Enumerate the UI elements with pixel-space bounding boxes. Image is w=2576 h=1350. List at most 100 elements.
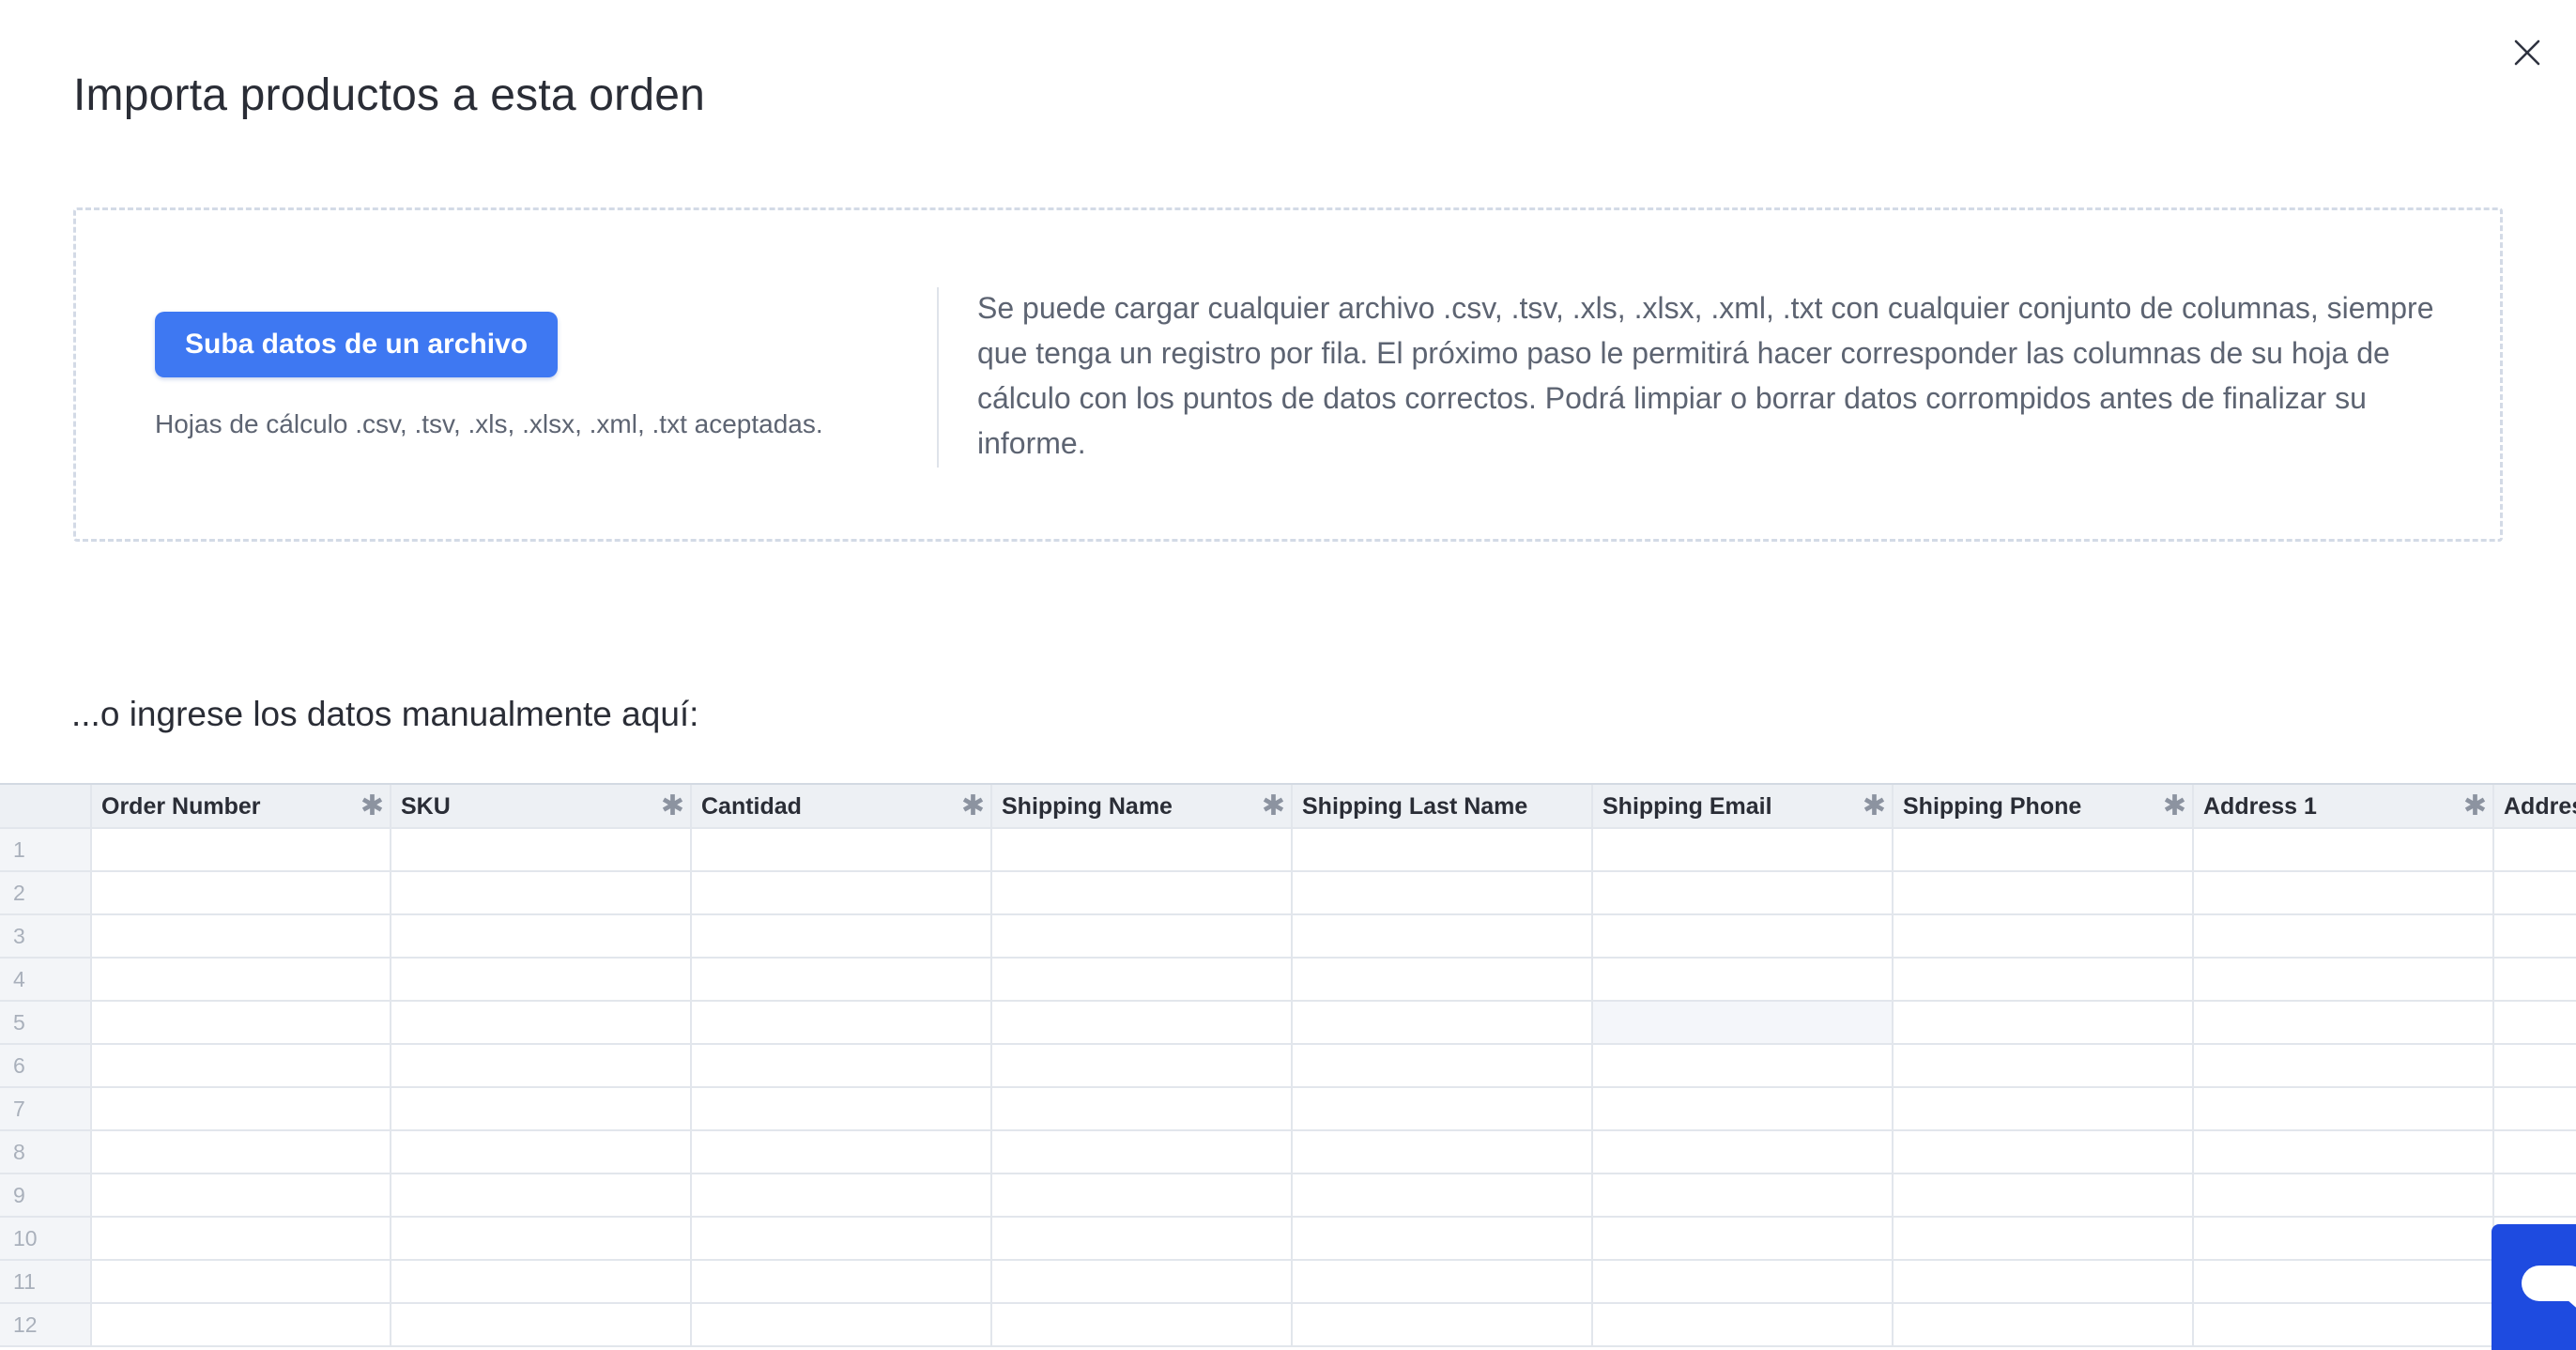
grid-cell[interactable]: [1592, 828, 1894, 872]
upload-file-button[interactable]: Suba datos de un archivo: [155, 312, 559, 377]
grid-cell[interactable]: [91, 1044, 391, 1088]
grid-cell[interactable]: [1893, 1174, 2194, 1218]
grid-cell[interactable]: [2193, 1044, 2494, 1088]
grid-cell[interactable]: [91, 1217, 391, 1261]
grid-cell[interactable]: [1592, 958, 1894, 1002]
grid-cell[interactable]: [1893, 1130, 2194, 1174]
column-header-sku[interactable]: SKU ✱: [391, 785, 692, 829]
grid-cell[interactable]: [1893, 1044, 2194, 1088]
grid-cell[interactable]: [391, 914, 692, 959]
grid-cell[interactable]: [1893, 1260, 2194, 1304]
grid-cell[interactable]: [1292, 828, 1593, 872]
grid-cell[interactable]: [1292, 1303, 1593, 1347]
grid-cell[interactable]: [2193, 1001, 2494, 1045]
grid-cell[interactable]: [391, 1174, 692, 1218]
column-header-address-2[interactable]: Address 2: [2493, 785, 2576, 829]
column-header-shipping-last-name[interactable]: Shipping Last Name: [1292, 785, 1593, 829]
grid-cell[interactable]: [1893, 1303, 2194, 1347]
grid-cell[interactable]: [1592, 914, 1894, 959]
column-header-address-1[interactable]: Address 1 ✱: [2193, 785, 2494, 829]
grid-cell[interactable]: [2493, 914, 2576, 959]
grid-cell[interactable]: [91, 958, 391, 1002]
grid-cell[interactable]: [1592, 1303, 1894, 1347]
grid-cell[interactable]: [691, 1130, 992, 1174]
grid-cell[interactable]: [1592, 1217, 1894, 1261]
grid-cell[interactable]: [2193, 914, 2494, 959]
grid-cell[interactable]: [1292, 914, 1593, 959]
grid-cell[interactable]: [91, 1087, 391, 1131]
grid-cell[interactable]: [2493, 1044, 2576, 1088]
grid-cell[interactable]: [691, 958, 992, 1002]
grid-cell[interactable]: [1292, 871, 1593, 915]
grid-cell[interactable]: [2493, 958, 2576, 1002]
grid-cell[interactable]: [1292, 1217, 1593, 1261]
grid-cell[interactable]: [2193, 958, 2494, 1002]
grid-cell[interactable]: [1292, 958, 1593, 1002]
grid-cell[interactable]: [691, 914, 992, 959]
grid-cell[interactable]: [2193, 1217, 2494, 1261]
grid-cell[interactable]: [2493, 871, 2576, 915]
grid-cell[interactable]: [1893, 914, 2194, 959]
column-header-cantidad[interactable]: Cantidad ✱: [691, 785, 992, 829]
grid-cell[interactable]: [991, 1044, 1293, 1088]
column-header-shipping-email[interactable]: Shipping Email ✱: [1592, 785, 1894, 829]
grid-cell[interactable]: [2193, 1260, 2494, 1304]
grid-cell[interactable]: [2493, 1174, 2576, 1218]
grid-cell[interactable]: [691, 828, 992, 872]
grid-cell[interactable]: [1592, 1130, 1894, 1174]
grid-cell[interactable]: [1893, 1217, 2194, 1261]
grid-cell[interactable]: [1592, 871, 1894, 915]
grid-cell[interactable]: [2493, 828, 2576, 872]
grid-cell[interactable]: [391, 1260, 692, 1304]
grid-cell[interactable]: [2193, 1174, 2494, 1218]
grid-cell[interactable]: [2193, 871, 2494, 915]
grid-cell[interactable]: [91, 1001, 391, 1045]
grid-cell[interactable]: [91, 914, 391, 959]
grid-cell[interactable]: [691, 1174, 992, 1218]
grid-cell[interactable]: [1893, 1087, 2194, 1131]
grid-cell[interactable]: [691, 1303, 992, 1347]
grid-cell[interactable]: [2193, 1303, 2494, 1347]
grid-cell[interactable]: [991, 1174, 1293, 1218]
grid-cell[interactable]: [1292, 1001, 1593, 1045]
column-header-order-number[interactable]: Order Number ✱: [91, 785, 391, 829]
grid-cell[interactable]: [991, 1217, 1293, 1261]
grid-cell[interactable]: [391, 1001, 692, 1045]
close-button[interactable]: [2508, 34, 2546, 71]
grid-cell[interactable]: [991, 958, 1293, 1002]
grid-cell[interactable]: [1893, 871, 2194, 915]
grid-cell[interactable]: [2193, 828, 2494, 872]
grid-cell[interactable]: [991, 1001, 1293, 1045]
grid-cell[interactable]: [991, 1303, 1293, 1347]
grid-cell[interactable]: [391, 1303, 692, 1347]
grid-cell[interactable]: [91, 1130, 391, 1174]
grid-cell[interactable]: [391, 1217, 692, 1261]
grid-cell[interactable]: [2493, 1087, 2576, 1131]
grid-cell[interactable]: [1893, 1001, 2194, 1045]
grid-cell[interactable]: [691, 871, 992, 915]
grid-cell[interactable]: [1592, 1260, 1894, 1304]
grid-cell[interactable]: [391, 958, 692, 1002]
grid-cell[interactable]: [991, 828, 1293, 872]
grid-cell[interactable]: [1893, 828, 2194, 872]
grid-cell[interactable]: [1893, 958, 2194, 1002]
grid-cell[interactable]: [91, 1303, 391, 1347]
grid-cell[interactable]: [391, 828, 692, 872]
grid-cell[interactable]: [2193, 1087, 2494, 1131]
grid-cell[interactable]: [1292, 1087, 1593, 1131]
grid-cell[interactable]: [691, 1260, 992, 1304]
grid-cell[interactable]: [991, 914, 1293, 959]
grid-cell[interactable]: [991, 1087, 1293, 1131]
grid-cell[interactable]: [2193, 1130, 2494, 1174]
grid-cell[interactable]: [1592, 1174, 1894, 1218]
grid-cell[interactable]: [1592, 1001, 1894, 1045]
grid-cell[interactable]: [91, 1174, 391, 1218]
grid-cell[interactable]: [991, 871, 1293, 915]
grid-cell[interactable]: [2493, 1130, 2576, 1174]
column-header-shipping-name[interactable]: Shipping Name ✱: [991, 785, 1293, 829]
grid-cell[interactable]: [691, 1217, 992, 1261]
grid-cell[interactable]: [1592, 1044, 1894, 1088]
grid-cell[interactable]: [1292, 1044, 1593, 1088]
file-drop-zone[interactable]: Suba datos de un archivo Hojas de cálcul…: [73, 207, 2503, 542]
grid-cell[interactable]: [691, 1087, 992, 1131]
